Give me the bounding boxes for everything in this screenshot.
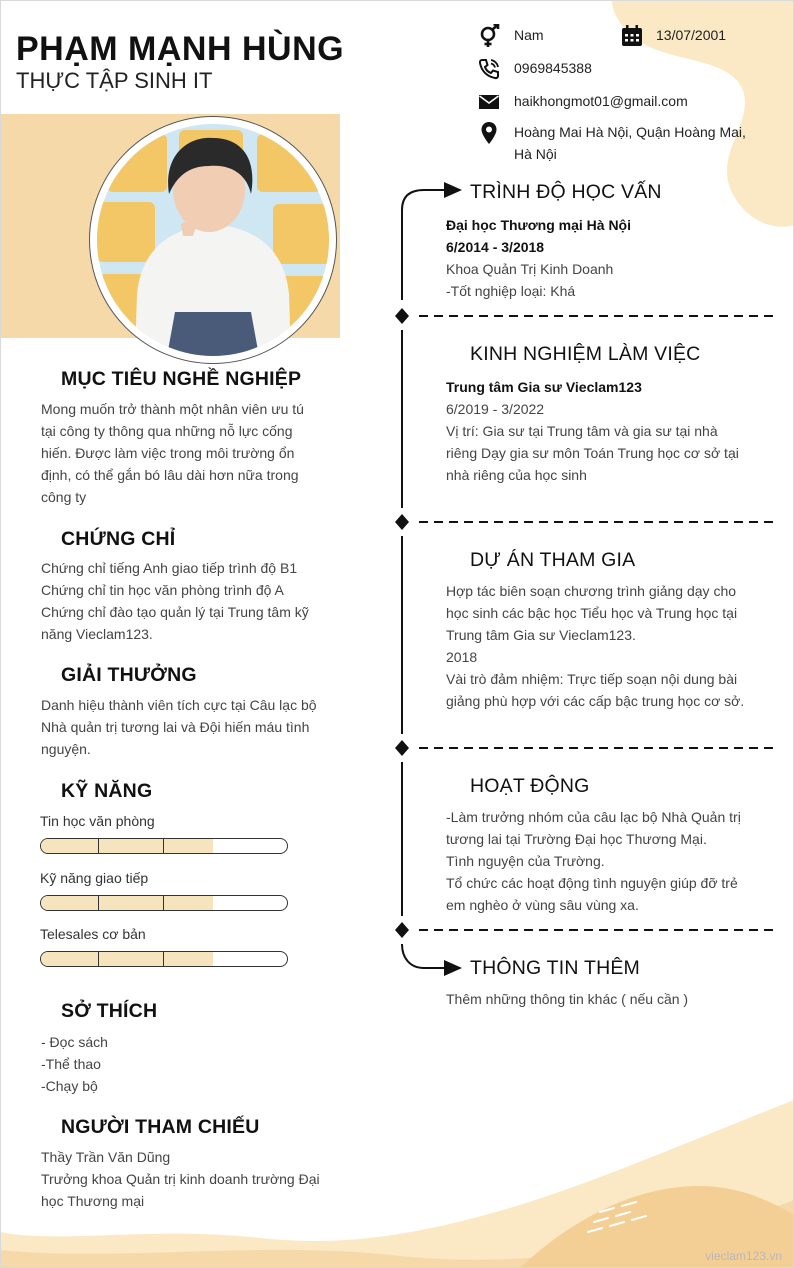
activity-line: -Làm trưởng nhóm của câu lạc bộ Nhà Quản… bbox=[446, 809, 741, 825]
experience-line: riêng Dạy gia sư môn Toán Trung học cơ s… bbox=[446, 445, 739, 461]
activity-line: Tình nguyện của Trường. bbox=[446, 853, 605, 869]
diamond-marker-icon bbox=[395, 922, 409, 938]
project-line: Hợp tác biên soạn chương trình giảng dạy… bbox=[446, 583, 737, 599]
project-line: Vài trò đảm nhiệm: Trực tiếp soạn nội du… bbox=[446, 671, 738, 687]
education-text: Đại học Thương mại Hà Nội 6/2014 - 3/201… bbox=[446, 214, 776, 302]
experience-company: Trung tâm Gia sư Vieclam123 bbox=[446, 379, 642, 395]
projects-title: DỰ ÁN THAM GIA bbox=[470, 549, 636, 571]
activity-line: em nghèo ở vùng sâu vùng xa. bbox=[446, 897, 639, 913]
education-title: TRÌNH ĐỘ HỌC VẤN bbox=[470, 181, 662, 203]
watermark: vieclam123.vn bbox=[705, 1249, 782, 1263]
timeline-bottom-curve bbox=[401, 943, 446, 969]
education-period: 6/2014 - 3/2018 bbox=[446, 239, 545, 255]
experience-period: 6/2019 - 3/2022 bbox=[446, 401, 545, 417]
arrow-head-icon bbox=[444, 182, 462, 198]
project-line: giảng phù hợp với các cấp bậc trung học … bbox=[446, 693, 745, 709]
experience-line: Vị trí: Gia sư tại Trung tâm và gia sư t… bbox=[446, 423, 718, 439]
activities-text: -Làm trưởng nhóm của câu lạc bộ Nhà Quản… bbox=[446, 806, 758, 916]
diamond-marker-icon bbox=[395, 308, 409, 324]
education-faculty: Khoa Quản Trị Kinh Doanh bbox=[446, 261, 614, 277]
activity-line: tương lai tại Trường Đại học Thương Mại. bbox=[446, 831, 707, 847]
diamond-marker-icon bbox=[395, 514, 409, 530]
extra-info-title: THÔNG TIN THÊM bbox=[470, 957, 640, 979]
project-line: Trung tâm Gia sư Vieclam123. bbox=[446, 627, 636, 643]
experience-line: nhà riêng của học sinh bbox=[446, 467, 587, 483]
project-line: 2018 bbox=[446, 649, 478, 665]
arrow-head-icon bbox=[444, 960, 462, 976]
extra-info-text: Thêm những thông tin khác ( nếu cần ) bbox=[446, 991, 689, 1007]
experience-title: KINH NGHIỆM LÀM VIỆC bbox=[470, 343, 701, 365]
project-line: học sinh các bậc học Tiểu học và Trung h… bbox=[446, 605, 738, 621]
projects-text: Hợp tác biên soạn chương trình giảng dạy… bbox=[446, 580, 756, 712]
activities-title: HOẠT ĐỘNG bbox=[470, 775, 590, 797]
activity-line: Tổ chức các hoạt động tình nguyện giúp đ… bbox=[446, 875, 738, 891]
diamond-marker-icon bbox=[395, 740, 409, 756]
experience-text: Trung tâm Gia sư Vieclam123 6/2019 - 3/2… bbox=[446, 376, 756, 486]
timeline-top-curve bbox=[401, 189, 446, 300]
education-school: Đại học Thương mại Hà Nội bbox=[446, 217, 631, 233]
education-grade: -Tốt nghiệp loại: Khá bbox=[446, 283, 576, 299]
